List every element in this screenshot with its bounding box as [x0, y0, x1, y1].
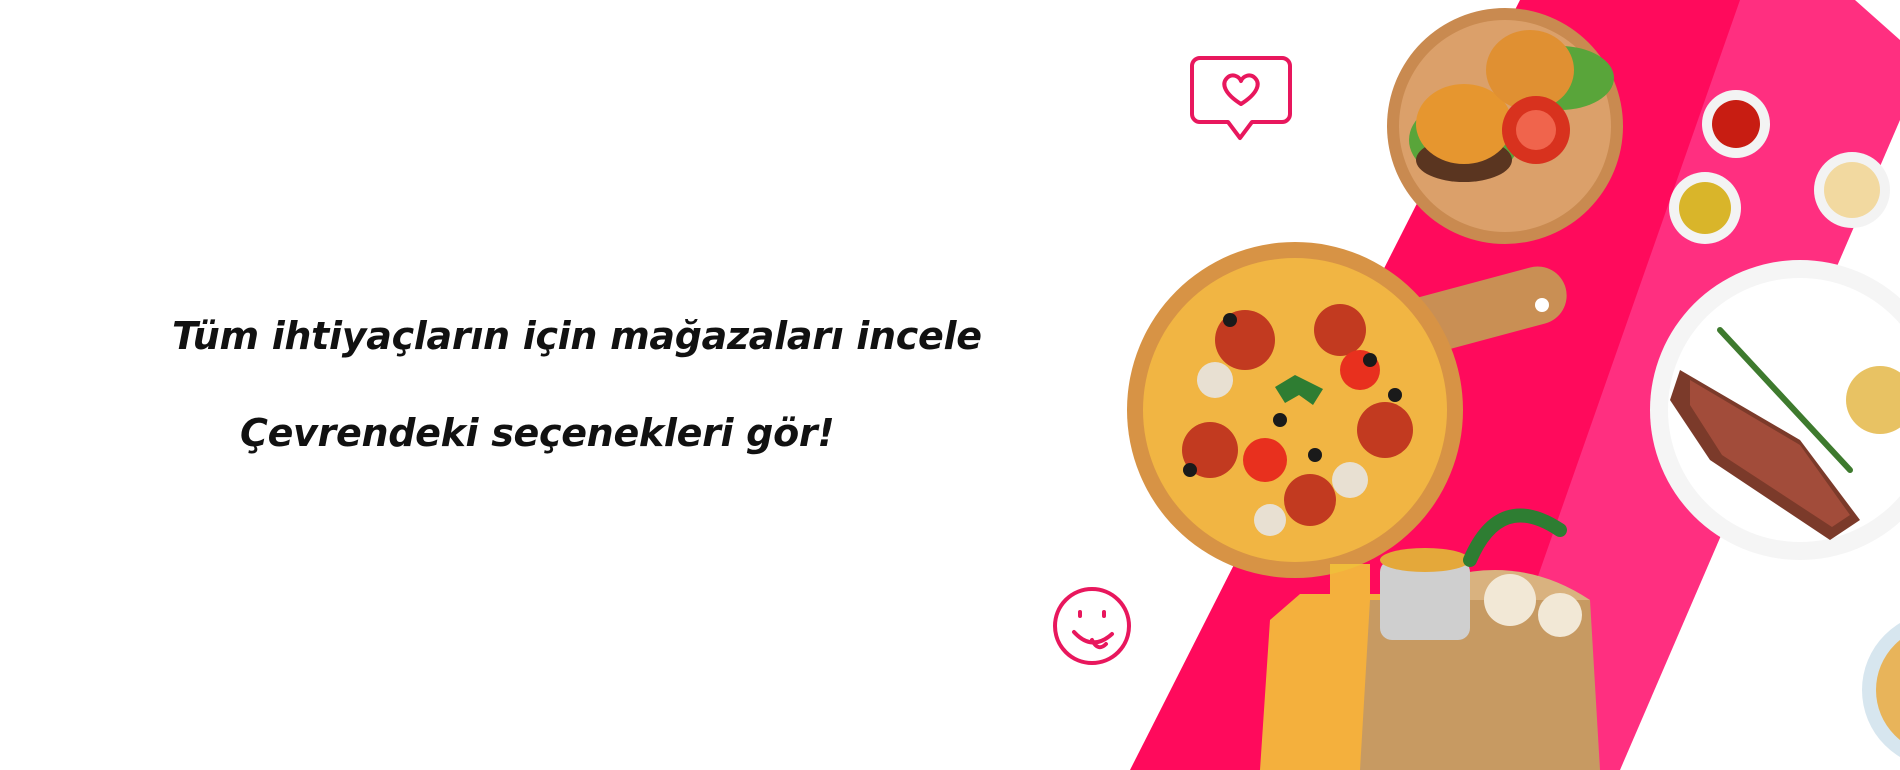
yummy-smiley-icon: [1053, 587, 1131, 665]
blue-plate: [1862, 623, 1900, 757]
food-illustration: [1040, 0, 1900, 770]
hero-subheadline: Çevrendeki seçenekleri gör!: [240, 411, 835, 455]
burger-board: [1387, 8, 1623, 244]
heart-speech-bubble-icon: [1190, 56, 1292, 140]
hero-headline: Tüm ihtiyaçların için mağazaları incele: [172, 314, 982, 358]
hero-banner: Tüm ihtiyaçların için mağazaları incele …: [0, 0, 1900, 770]
